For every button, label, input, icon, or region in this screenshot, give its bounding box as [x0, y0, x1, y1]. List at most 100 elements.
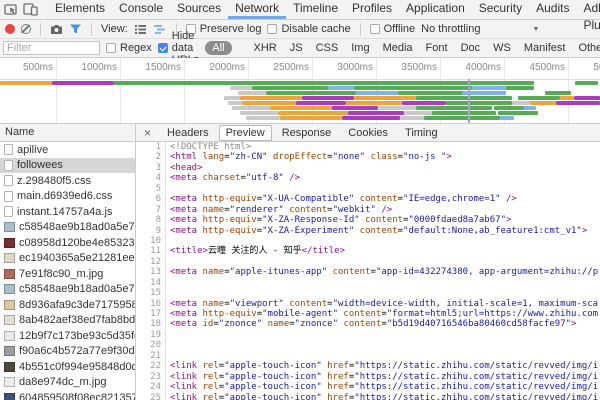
table-row[interactable]: c58548ae9b18ad0a5e79fe4e... — [0, 220, 135, 236]
network-main: Name apilivefollowees z.298480f5.cssmain.… — [0, 124, 600, 400]
table-row[interactable]: followees — [0, 158, 135, 174]
detail-tab-headers[interactable]: Headers — [160, 125, 216, 141]
filter-type-xhr[interactable]: XHR — [254, 42, 277, 54]
checkbox-icon[interactable] — [267, 24, 277, 34]
filter-icon[interactable] — [69, 23, 82, 35]
table-row[interactable]: 12b9f7c173be93c5d35fea2d... — [0, 328, 135, 344]
filter-pill-all[interactable]: All — [205, 41, 231, 55]
table-row[interactable]: 4b551c0f994e95848d0dda09... — [0, 359, 135, 375]
table-row[interactable]: f90a6c4b572a77e9f30de153... — [0, 344, 135, 360]
request-name: da8e974dc_m.jpg — [19, 376, 106, 388]
filter-type-manifest[interactable]: Manifest — [524, 42, 566, 54]
table-row[interactable]: 8ab482aef38ed7fab8bd4314... — [0, 313, 135, 329]
timeline-tick-label: 2000ms — [209, 62, 248, 73]
regex-checkbox[interactable]: Regex — [106, 42, 152, 54]
image-thumbnail-icon — [4, 238, 15, 248]
request-name: 604859508f08ec8213572f0e7 — [19, 392, 135, 400]
tab-profiles[interactable]: Profiles — [345, 0, 399, 19]
inspect-element-icon[interactable] — [4, 3, 18, 16]
image-thumbnail-icon — [4, 284, 15, 294]
tab-sources[interactable]: Sources — [170, 0, 228, 19]
filter-type-js[interactable]: JS — [290, 42, 303, 54]
code-line: <meta name="viewport" content="width=dev… — [170, 299, 600, 309]
checkbox-icon[interactable] — [370, 24, 380, 34]
offline-checkbox[interactable]: Offline — [370, 23, 416, 35]
table-row[interactable]: 8d936afa9c3de7175958fae5... — [0, 297, 135, 313]
timeline-tick-label: 1000ms — [81, 62, 120, 73]
table-row[interactable]: c58548ae9b18ad0a5e79fe4e... — [0, 282, 135, 298]
filter-input[interactable] — [3, 41, 100, 55]
disable-cache-checkbox[interactable]: Disable cache — [267, 23, 350, 35]
table-row[interactable]: z.298480f5.css — [0, 173, 135, 189]
device-toolbar-icon[interactable] — [23, 3, 38, 16]
code-line: <meta http-equiv="X-ZA-Response-Id" cont… — [170, 215, 600, 225]
timeline-gridline — [56, 58, 57, 123]
tab-adblock-plus[interactable]: Adblock Plus — [576, 0, 600, 19]
detail-tab-timing[interactable]: Timing — [398, 125, 445, 141]
waterfall-bar — [545, 91, 571, 95]
tab-console[interactable]: Console — [112, 0, 170, 19]
record-button[interactable] — [5, 24, 15, 34]
waterfall-bar — [246, 116, 280, 120]
waterfall-bar — [400, 116, 424, 120]
waterfall-bar — [232, 106, 270, 110]
checkbox-icon[interactable] — [158, 43, 168, 53]
tab-application[interactable]: Application — [399, 0, 472, 19]
tab-elements[interactable]: Elements — [48, 0, 112, 19]
request-name: c58548ae9b18ad0a5e79fe4e... — [19, 221, 135, 233]
table-row[interactable]: main.d6939ed6.css — [0, 189, 135, 205]
waterfall-bar — [52, 81, 114, 85]
filter-type-css[interactable]: CSS — [316, 42, 339, 54]
filter-type-other[interactable]: Other — [578, 42, 600, 54]
waterfall-bar — [252, 86, 328, 90]
requests-name-column-header[interactable]: Name — [0, 124, 135, 142]
request-name: followees — [17, 159, 63, 171]
table-row[interactable]: c08958d120be4e853230649... — [0, 235, 135, 251]
preview-code-viewer[interactable]: 1234567891011121314151617181920212223242… — [136, 142, 600, 400]
tab-network[interactable]: Network — [228, 0, 286, 19]
tab-security[interactable]: Security — [472, 0, 529, 19]
tab-timeline[interactable]: Timeline — [286, 0, 345, 19]
document-icon — [4, 191, 13, 202]
filter-type-doc[interactable]: Doc — [461, 42, 481, 54]
timeline-tick-label: 1500ms — [145, 62, 184, 73]
filter-type-ws[interactable]: WS — [493, 42, 511, 54]
detail-tab-response[interactable]: Response — [275, 125, 339, 141]
code-line: <meta name="apple-itunes-app" content="a… — [170, 267, 600, 277]
table-row[interactable]: ec1940365a5e21281ee71856... — [0, 251, 135, 267]
filter-type-img[interactable]: Img — [351, 42, 369, 54]
table-row[interactable]: instant.14757a4a.js — [0, 204, 135, 220]
throttling-select[interactable]: No throttling ▼ — [421, 23, 539, 35]
table-row[interactable]: 7e91f8c90_m.jpg — [0, 266, 135, 282]
view-label: View: — [101, 23, 128, 35]
code-line: <meta http-equiv="mobile-agent" content=… — [170, 309, 600, 319]
detail-tab-preview[interactable]: Preview — [219, 125, 272, 141]
checkbox-icon[interactable] — [106, 43, 116, 53]
code-line — [170, 288, 600, 298]
timeline-overview[interactable]: 500ms1000ms1500ms2000ms2500ms3000ms3500m… — [0, 58, 600, 124]
panel-tabs: ElementsConsoleSourcesNetworkTimelinePro… — [48, 0, 600, 19]
table-row[interactable]: da8e974dc_m.jpg — [0, 375, 135, 391]
tab-audits[interactable]: Audits — [529, 0, 576, 19]
waterfall-bar — [332, 106, 378, 110]
close-icon[interactable]: × — [138, 126, 157, 140]
line-number: 1 — [136, 142, 161, 152]
capture-screenshots-icon[interactable] — [50, 24, 63, 35]
image-thumbnail-icon — [4, 269, 15, 279]
line-number: 16 — [136, 299, 161, 309]
image-thumbnail-icon — [4, 315, 15, 325]
table-row[interactable]: 604859508f08ec8213572f0e7 — [0, 390, 135, 400]
toolbar-divider — [40, 23, 41, 36]
table-row[interactable]: apilive — [0, 142, 135, 158]
detail-tab-cookies[interactable]: Cookies — [341, 125, 395, 141]
code-line — [170, 340, 600, 350]
waterfall-bar — [228, 101, 242, 105]
waterfall-bar — [575, 81, 598, 85]
document-icon — [4, 206, 13, 217]
clear-icon[interactable] — [21, 24, 31, 34]
load-event-line — [468, 79, 470, 123]
filter-type-font[interactable]: Font — [426, 42, 448, 54]
code-line: <link rel="apple-touch-icon" href="https… — [170, 393, 600, 400]
filter-type-media[interactable]: Media — [383, 42, 413, 54]
view-list-icon[interactable] — [134, 24, 147, 35]
